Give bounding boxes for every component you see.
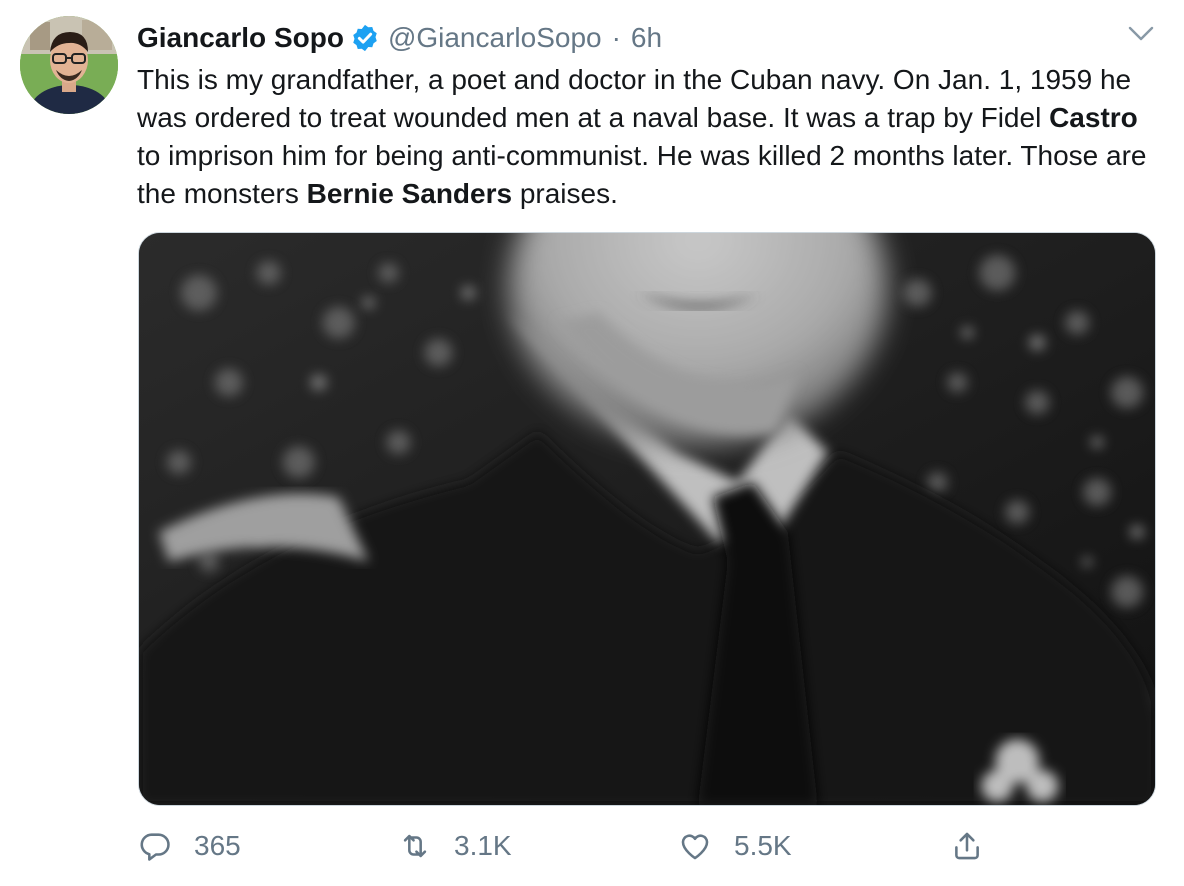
display-name[interactable]: Giancarlo Sopo	[137, 22, 344, 54]
retweet-button[interactable]: 3.1K	[398, 822, 512, 870]
avatar-image	[20, 16, 118, 114]
share-icon	[955, 832, 979, 860]
photo-image	[139, 233, 1155, 805]
like-count: 5.5K	[734, 830, 792, 861]
tweet-header: Giancarlo Sopo @GiancarloSopo · 6h	[137, 18, 662, 58]
chevron-down-icon[interactable]	[1126, 22, 1156, 46]
verified-badge-icon	[350, 23, 380, 53]
reply-count: 365	[194, 830, 241, 861]
reply-button[interactable]: 365	[138, 822, 241, 870]
mention-castro: Castro	[1049, 102, 1138, 133]
header-separator: ·	[611, 22, 621, 53]
mention-bernie-sanders: Bernie Sanders	[306, 178, 513, 209]
author-handle[interactable]: @GiancarloSopo	[388, 22, 602, 54]
tweet-text: This is my grandfather, a poet and docto…	[137, 61, 1157, 213]
tweet-timestamp[interactable]: 6h	[631, 22, 662, 54]
like-button[interactable]: 5.5K	[678, 822, 792, 870]
share-button[interactable]	[950, 822, 984, 870]
avatar[interactable]	[20, 16, 118, 114]
reply-icon	[140, 833, 170, 861]
action-bar: 365 3.1K 5.5K	[138, 822, 1156, 870]
retweet-count: 3.1K	[454, 830, 512, 861]
tweet-text-part: praises.	[512, 178, 618, 209]
tweet-photo[interactable]	[138, 232, 1156, 806]
heart-icon	[681, 834, 709, 860]
tweet-text-part: This is my grandfather, a poet and docto…	[137, 64, 1132, 133]
tweet[interactable]: Giancarlo Sopo @GiancarloSopo · 6h This …	[0, 0, 1184, 886]
tweet-text-part: to imprison him for being anti-communist…	[137, 140, 1147, 209]
retweet-icon	[403, 834, 427, 858]
